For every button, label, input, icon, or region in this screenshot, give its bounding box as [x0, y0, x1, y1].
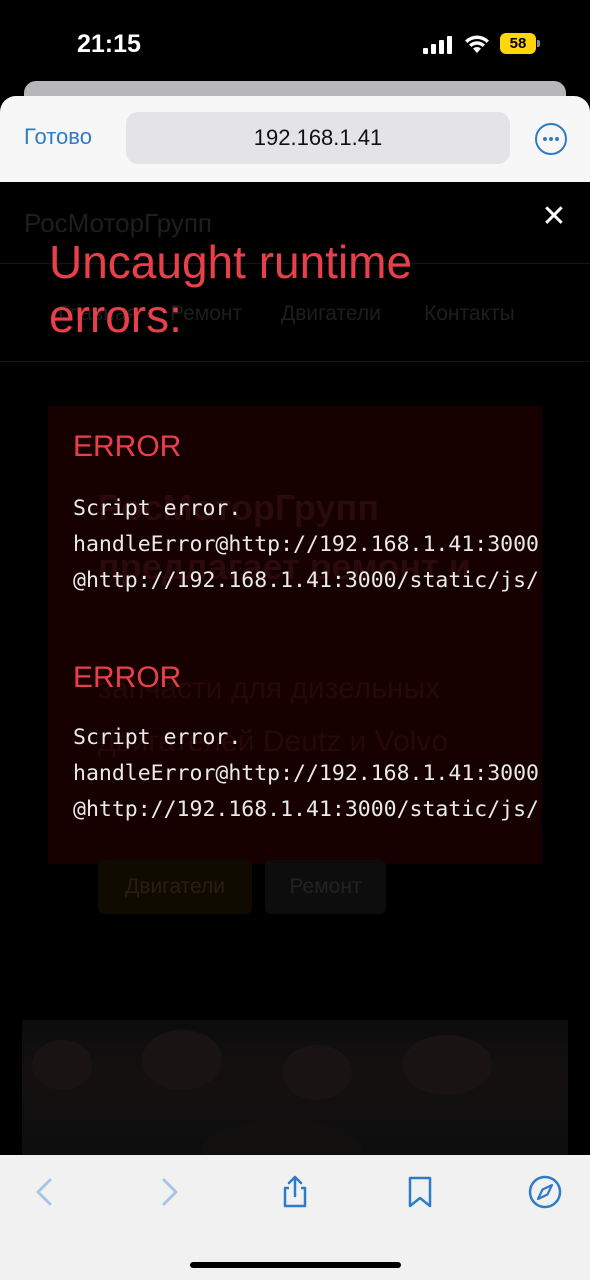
- forward-icon[interactable]: [152, 1175, 186, 1209]
- error-message: Script error. handleError@http://192.168…: [73, 720, 590, 828]
- share-icon[interactable]: [278, 1175, 312, 1209]
- compass-icon[interactable]: [528, 1175, 562, 1209]
- error-label: ERROR: [73, 430, 182, 463]
- error-line: handleError@http://192.168.1.41:3000: [73, 761, 539, 786]
- bookmarks-icon[interactable]: [403, 1175, 437, 1209]
- wifi-icon: [465, 35, 489, 53]
- battery-level: 58: [500, 33, 536, 54]
- overlay-title: Uncaught runtime errors:: [49, 236, 413, 342]
- repair-button[interactable]: Ремонт: [265, 860, 386, 914]
- done-button[interactable]: Готово: [24, 124, 92, 150]
- error-line: @http://192.168.1.41:3000/static/js/: [73, 568, 539, 593]
- error-label: ERROR: [73, 661, 182, 694]
- battery-icon: 58: [500, 33, 540, 54]
- engines-button[interactable]: Двигатели: [98, 860, 252, 914]
- error-line: Script error.: [73, 496, 242, 521]
- home-indicator[interactable]: [190, 1262, 401, 1268]
- error-message: Script error. handleError@http://192.168…: [73, 491, 590, 599]
- back-icon[interactable]: [28, 1175, 62, 1209]
- error-line: @http://192.168.1.41:3000/static/js/: [73, 797, 539, 822]
- url-field[interactable]: 192.168.1.41: [126, 112, 510, 164]
- browser-top-bar: Готово 192.168.1.41: [0, 96, 590, 182]
- status-time: 21:15: [77, 30, 141, 58]
- close-icon[interactable]: ✕: [540, 202, 568, 232]
- hero-image: [22, 1020, 568, 1155]
- status-bar: 21:15 58: [0, 0, 590, 90]
- more-options-icon[interactable]: [535, 123, 567, 155]
- cellular-signal-icon: [423, 36, 453, 54]
- error-line: Script error.: [73, 725, 242, 750]
- error-line: handleError@http://192.168.1.41:3000: [73, 532, 539, 557]
